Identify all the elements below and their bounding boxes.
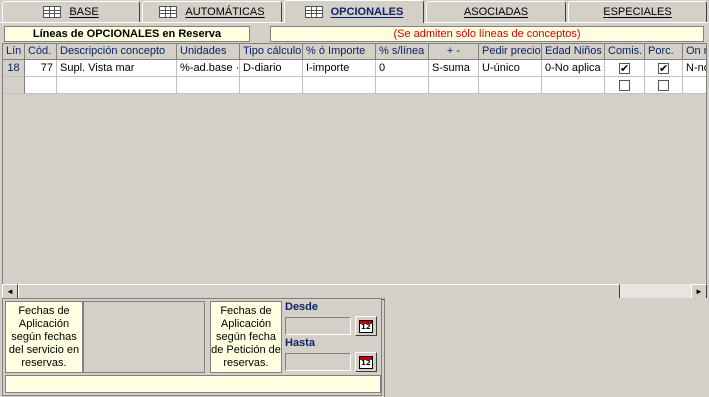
- col-header-porc[interactable]: Porc.: [645, 44, 683, 60]
- col-header-lin[interactable]: Lín: [3, 44, 25, 60]
- cell-porc: [645, 77, 683, 94]
- table-row[interactable]: 18 77 Supl. Vista mar %-ad.base · D-diar…: [3, 60, 706, 77]
- request-dates-note: Fechas de Aplicación según fecha de Peti…: [210, 301, 282, 373]
- footer-info-field: [5, 375, 381, 393]
- desde-calendar-button[interactable]: [355, 316, 377, 336]
- tab-especiales[interactable]: ESPECIALES: [568, 1, 707, 22]
- comis-checkbox[interactable]: [619, 61, 630, 76]
- tab-label: OPCIONALES: [330, 6, 404, 18]
- tab-strip: BASE AUTOMÁTICAS OPCIONALES ASOCIADAS ES…: [0, 0, 709, 23]
- cell-on-r[interactable]: N-no: [683, 60, 706, 77]
- comis-checkbox[interactable]: [619, 79, 630, 91]
- col-header-tipo-calculo[interactable]: Tipo cálculo: [240, 44, 303, 60]
- tab-label: ASOCIADAS: [463, 6, 529, 18]
- tab-asociadas[interactable]: ASOCIADAS: [426, 1, 566, 22]
- col-header-unidades[interactable]: Unidades: [177, 44, 240, 60]
- col-header-descripcion[interactable]: Descripción concepto: [57, 44, 177, 60]
- cell-tipo-calculo[interactable]: [240, 77, 303, 94]
- hasta-date-field[interactable]: [285, 353, 351, 371]
- tab-opcionales[interactable]: OPCIONALES: [284, 0, 424, 23]
- porc-checkbox[interactable]: [658, 79, 669, 91]
- cell-importe[interactable]: I-importe: [303, 60, 376, 77]
- row-number[interactable]: [3, 77, 25, 94]
- row-number[interactable]: 18: [3, 60, 25, 77]
- cell-tipo-calculo[interactable]: D-diario: [240, 60, 303, 77]
- cell-edad-ninos[interactable]: [542, 77, 605, 94]
- cell-cod[interactable]: [25, 77, 57, 94]
- application-dates-section: Fechas de Aplicación según fechas del se…: [2, 298, 382, 396]
- empty-right-area: [384, 298, 709, 397]
- hasta-calendar-button[interactable]: [355, 352, 377, 372]
- col-header-importe[interactable]: % ó Importe: [303, 44, 376, 60]
- tab-label: AUTOMÁTICAS: [185, 6, 265, 18]
- calendar-icon: [359, 355, 373, 369]
- desde-label: Desde: [285, 301, 319, 313]
- tab-label: ESPECIALES: [603, 6, 672, 18]
- cell-porc: [645, 60, 683, 77]
- cell-edad-ninos[interactable]: 0-No aplica: [542, 60, 605, 77]
- cell-descripcion[interactable]: Supl. Vista mar: [57, 60, 177, 77]
- service-dates-box: [83, 301, 205, 373]
- cell-on-r[interactable]: [683, 77, 706, 94]
- tab-base[interactable]: BASE: [2, 1, 140, 22]
- cell-pedir-precio[interactable]: [479, 77, 542, 94]
- service-dates-note: Fechas de Aplicación según fechas del se…: [5, 301, 83, 373]
- col-header-pedir-precio[interactable]: Pedir precio: [479, 44, 542, 60]
- cell-signo[interactable]: S-suma: [429, 60, 479, 77]
- desde-date-field[interactable]: [285, 317, 351, 335]
- cell-descripcion[interactable]: [57, 77, 177, 94]
- table-icon: [159, 6, 178, 18]
- porc-checkbox[interactable]: [658, 61, 669, 76]
- cell-comis: [605, 60, 645, 77]
- col-header-comis[interactable]: Comis.: [605, 44, 645, 60]
- opcionales-grid[interactable]: Lín Cód. Descripción concepto Unidades T…: [2, 43, 707, 299]
- cell-unidades[interactable]: %-ad.base ·: [177, 60, 240, 77]
- cell-unidades[interactable]: [177, 77, 240, 94]
- table-icon: [43, 6, 62, 18]
- tab-automaticas[interactable]: AUTOMÁTICAS: [142, 1, 282, 22]
- col-header-edad-ninos[interactable]: Edad Niños: [542, 44, 605, 60]
- section-note: (Se admiten sólo líneas de conceptos): [270, 26, 704, 42]
- cell-s-linea[interactable]: 0: [376, 60, 429, 77]
- table-row[interactable]: [3, 77, 706, 94]
- calendar-icon: [359, 319, 373, 333]
- col-header-on-r[interactable]: On r: [683, 44, 706, 60]
- col-header-signo[interactable]: + -: [429, 44, 479, 60]
- grid-header: Lín Cód. Descripción concepto Unidades T…: [3, 44, 706, 60]
- cell-s-linea[interactable]: [376, 77, 429, 94]
- section-title: Líneas de OPCIONALES en Reserva: [4, 26, 250, 42]
- hasta-label: Hasta: [285, 337, 315, 349]
- cell-signo[interactable]: [429, 77, 479, 94]
- cell-importe[interactable]: [303, 77, 376, 94]
- cell-pedir-precio[interactable]: U-único: [479, 60, 542, 77]
- tab-label: BASE: [69, 6, 99, 18]
- cell-cod[interactable]: 77: [25, 60, 57, 77]
- col-header-cod[interactable]: Cód.: [25, 44, 57, 60]
- col-header-s-linea[interactable]: % s/línea: [376, 44, 429, 60]
- cell-comis: [605, 77, 645, 94]
- table-icon: [304, 6, 323, 18]
